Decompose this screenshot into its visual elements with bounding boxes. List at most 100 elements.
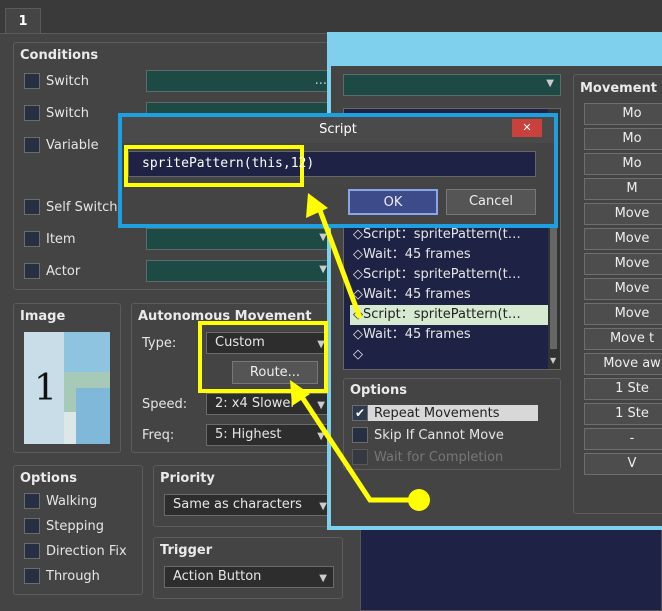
priority-title: Priority [160,471,215,486]
condition-variable[interactable]: Variable [24,137,99,153]
list-item-selected[interactable]: ◇Script：spritePattern(t… [350,305,548,325]
checkbox[interactable] [24,568,40,584]
option-label: Through [46,568,100,584]
type-label: Type: [142,336,177,351]
checkbox[interactable] [24,73,40,89]
speed-select[interactable]: 2: x4 Slower ▼ [206,393,332,415]
movement-command-button[interactable]: - [584,428,662,450]
list-item[interactable]: ◇Script：spritePattern(t… [350,225,548,245]
script-dialog: Script ✕ spritePattern(this,12) OK Cance… [118,113,558,228]
condition-label: Switch [46,105,89,121]
list-item[interactable]: ◇Script：spritePattern(t… [350,265,548,285]
list-item[interactable]: ◇Wait：45 frames [350,245,548,265]
condition-label: Self Switch [46,199,118,215]
movement-commands-panel: Movement C Mo Mo Mo M Move Move Move Move Move Mo… [573,74,662,514]
condition-label: Item [46,231,76,247]
option-label: Direction Fix [46,543,127,559]
option-repeat-movements[interactable]: ✔ Repeat Movements [352,405,538,421]
character-sprite[interactable]: 1 [24,332,110,444]
trigger-value: Action Button [173,569,262,584]
item-select[interactable]: ▼ [146,228,334,250]
close-button[interactable]: ✕ [512,119,542,137]
priority-select[interactable]: Same as characters ▼ [164,494,334,516]
condition-switch-1[interactable]: Switch [24,73,89,89]
event-contents-list[interactable] [360,525,662,611]
movement-command-button[interactable]: V [584,453,662,475]
chevron-down-icon: ▼ [319,501,327,512]
speed-value: 2: x4 Slower [215,396,296,411]
checkbox[interactable] [24,263,40,279]
trigger-title: Trigger [160,543,213,558]
movement-command-button[interactable]: 1 Ste [584,403,662,425]
movement-command-button[interactable]: Mo [584,153,662,175]
actor-select[interactable]: ▼ [146,260,334,282]
cancel-button[interactable]: Cancel [446,189,536,215]
target-select[interactable]: ▼ [343,74,561,96]
ellipsis-icon: ... [314,73,327,88]
movement-command-button[interactable]: Move [584,228,662,250]
option-stepping[interactable]: Stepping [24,518,104,534]
freq-label: Freq: [142,428,175,443]
freq-value: 5: Highest [215,427,282,442]
list-item[interactable]: ◇Wait：45 frames [350,285,548,305]
list-item[interactable]: ◇Wait：45 frames [350,325,548,345]
checkbox[interactable] [24,493,40,509]
movement-command-button[interactable]: Move aw [584,353,662,375]
chevron-down-icon: ▼ [317,431,325,442]
chevron-down-icon: ▼ [319,232,327,243]
dialog-titlebar: Script ✕ [122,117,554,143]
options-title: Options [20,471,77,486]
image-title: Image [20,309,66,324]
option-walking[interactable]: Walking [24,493,97,509]
option-label: Repeat Movements [374,405,500,421]
movement-command-button[interactable]: Mo [584,128,662,150]
condition-actor[interactable]: Actor [24,263,80,279]
conditions-title: Conditions [20,48,99,63]
movement-command-button[interactable]: Move [584,203,662,225]
window-titlebar [331,36,662,66]
trigger-panel: Trigger Action Button ▼ [153,537,343,599]
movement-command-button[interactable]: Move [584,253,662,275]
sprite-figure: 1 [34,368,57,409]
condition-label: Actor [46,263,81,279]
movement-button-list: Mo Mo Mo M Move Move Move Move Move Move t Move aw… [584,103,662,478]
checkbox[interactable] [24,137,40,153]
movement-command-button[interactable]: M [584,178,662,200]
checkbox[interactable] [24,543,40,559]
movement-command-button[interactable]: Move t [584,328,662,350]
speed-label: Speed: [142,397,188,412]
scroll-down-icon[interactable]: ▼ [550,356,556,365]
route-options-panel: Options ✔ Repeat Movements Skip If Canno… [343,378,561,470]
movement-command-button[interactable]: Move [584,278,662,300]
switch-1-field[interactable]: ... [146,70,334,92]
priority-panel: Priority Same as characters ▼ [153,465,343,527]
option-direction-fix[interactable]: Direction Fix [24,543,127,559]
checkbox[interactable] [24,105,40,121]
checkbox[interactable] [24,231,40,247]
checkbox[interactable] [24,518,40,534]
option-label: Skip If Cannot Move [374,427,504,443]
condition-self-switch[interactable]: Self Switch [24,199,118,215]
option-skip[interactable]: Skip If Cannot Move [352,427,504,443]
freq-select[interactable]: 5: Highest ▼ [206,424,332,446]
movement-commands-title: Movement C [580,81,662,96]
ok-button[interactable]: OK [348,189,438,215]
checkbox[interactable] [352,427,368,443]
checkbox[interactable] [352,449,368,465]
checkbox[interactable] [24,199,40,215]
options-panel: Options Walking Stepping Direction Fix T… [13,465,143,595]
checkbox-checked[interactable]: ✔ [352,405,368,421]
list-item[interactable]: ◇ [350,345,548,365]
movement-command-button[interactable]: Mo [584,103,662,125]
image-panel: Image 1 [13,303,121,453]
condition-switch-2[interactable]: Switch [24,105,89,121]
option-through[interactable]: Through [24,568,100,584]
trigger-select[interactable]: Action Button ▼ [164,566,334,588]
movement-command-button[interactable]: 1 Ste [584,378,662,400]
dialog-title: Script [319,122,357,137]
option-wait[interactable]: Wait for Completion [352,449,503,465]
movement-command-button[interactable]: Move [584,303,662,325]
route-options-title: Options [350,383,407,398]
tab-1[interactable]: 1 [5,8,41,34]
condition-item[interactable]: Item [24,231,76,247]
